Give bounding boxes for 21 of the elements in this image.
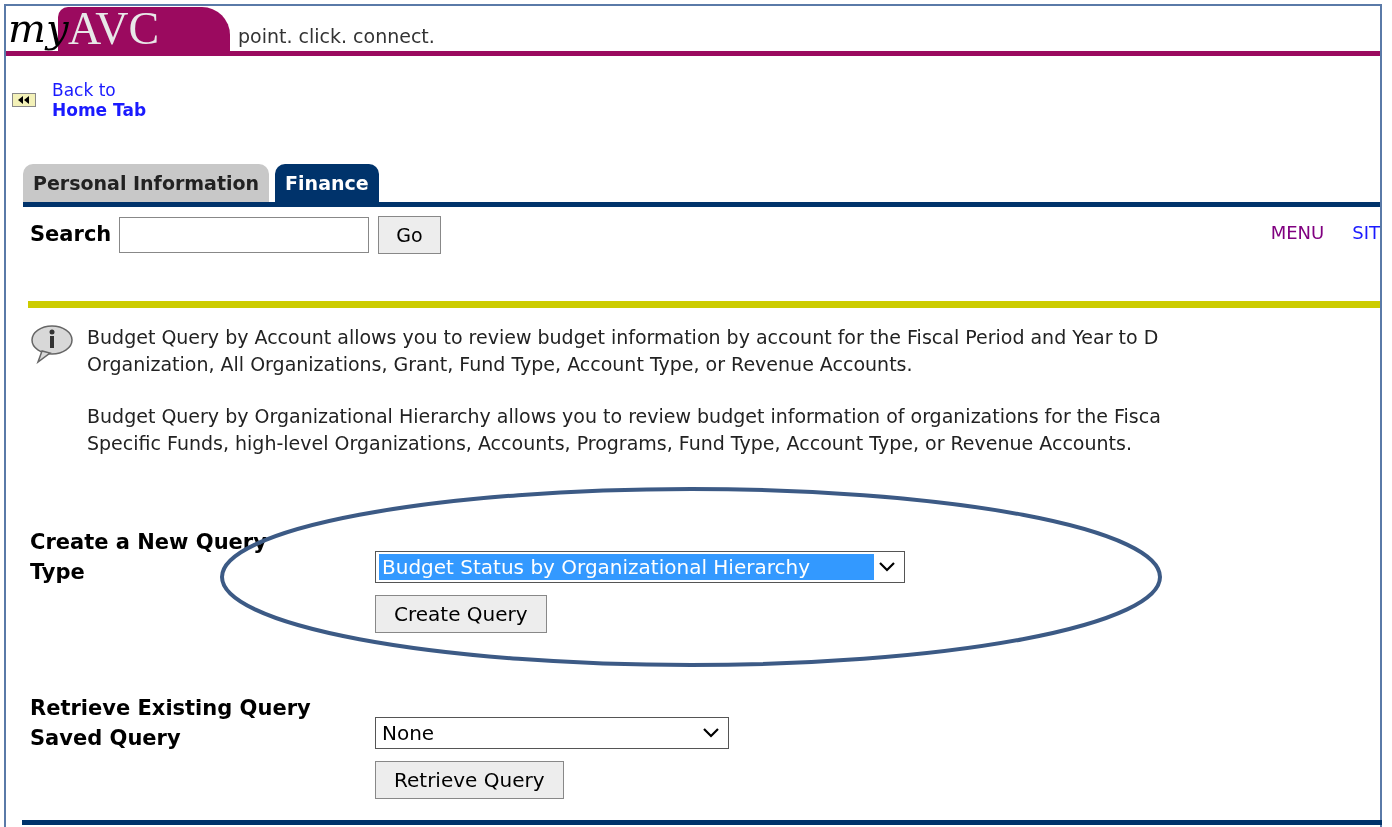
query-select[interactable]: None [375, 717, 729, 749]
go-button[interactable]: Go [378, 216, 441, 254]
logo-letters: AVC [68, 6, 160, 52]
nav-link[interactable]: SIT [1352, 218, 1380, 246]
field-label: Saved Query [30, 725, 182, 752]
nav-link[interactable]: MENU [1270, 218, 1325, 246]
field-label: Type [30, 559, 86, 586]
caret-icon [878, 561, 896, 573]
caret-icon [702, 727, 720, 739]
info-paragraph: Budget Query by Account allows you to review budget information by account for the Fiscal Period and Year to D Organization, All Organizations, Grant, Fund Type, Account Type, or Revenue Accounts. [87, 325, 1160, 377]
search-field[interactable] [119, 217, 370, 253]
back-link[interactable]: Back to Home Tab [52, 80, 147, 120]
query-button[interactable]: Retrieve Query [375, 761, 564, 799]
tab[interactable]: Personal Information [23, 164, 270, 202]
search-label: Search [30, 221, 112, 249]
info-paragraph: Budget Query by Organizational Hierarchy allows you to review budget information of organizations for the Fisca Specific Funds, high-level Organizations, Accounts, Programs, Fund Type, Account Type, or Revenue Accounts. [87, 404, 1161, 456]
section-heading: Retrieve Existing Query [30, 695, 312, 722]
info-icon [28, 324, 74, 364]
tab[interactable]: Finance [275, 164, 379, 202]
query-button[interactable]: Create Query [375, 595, 547, 633]
tagline: point. click. connect. [238, 23, 435, 49]
